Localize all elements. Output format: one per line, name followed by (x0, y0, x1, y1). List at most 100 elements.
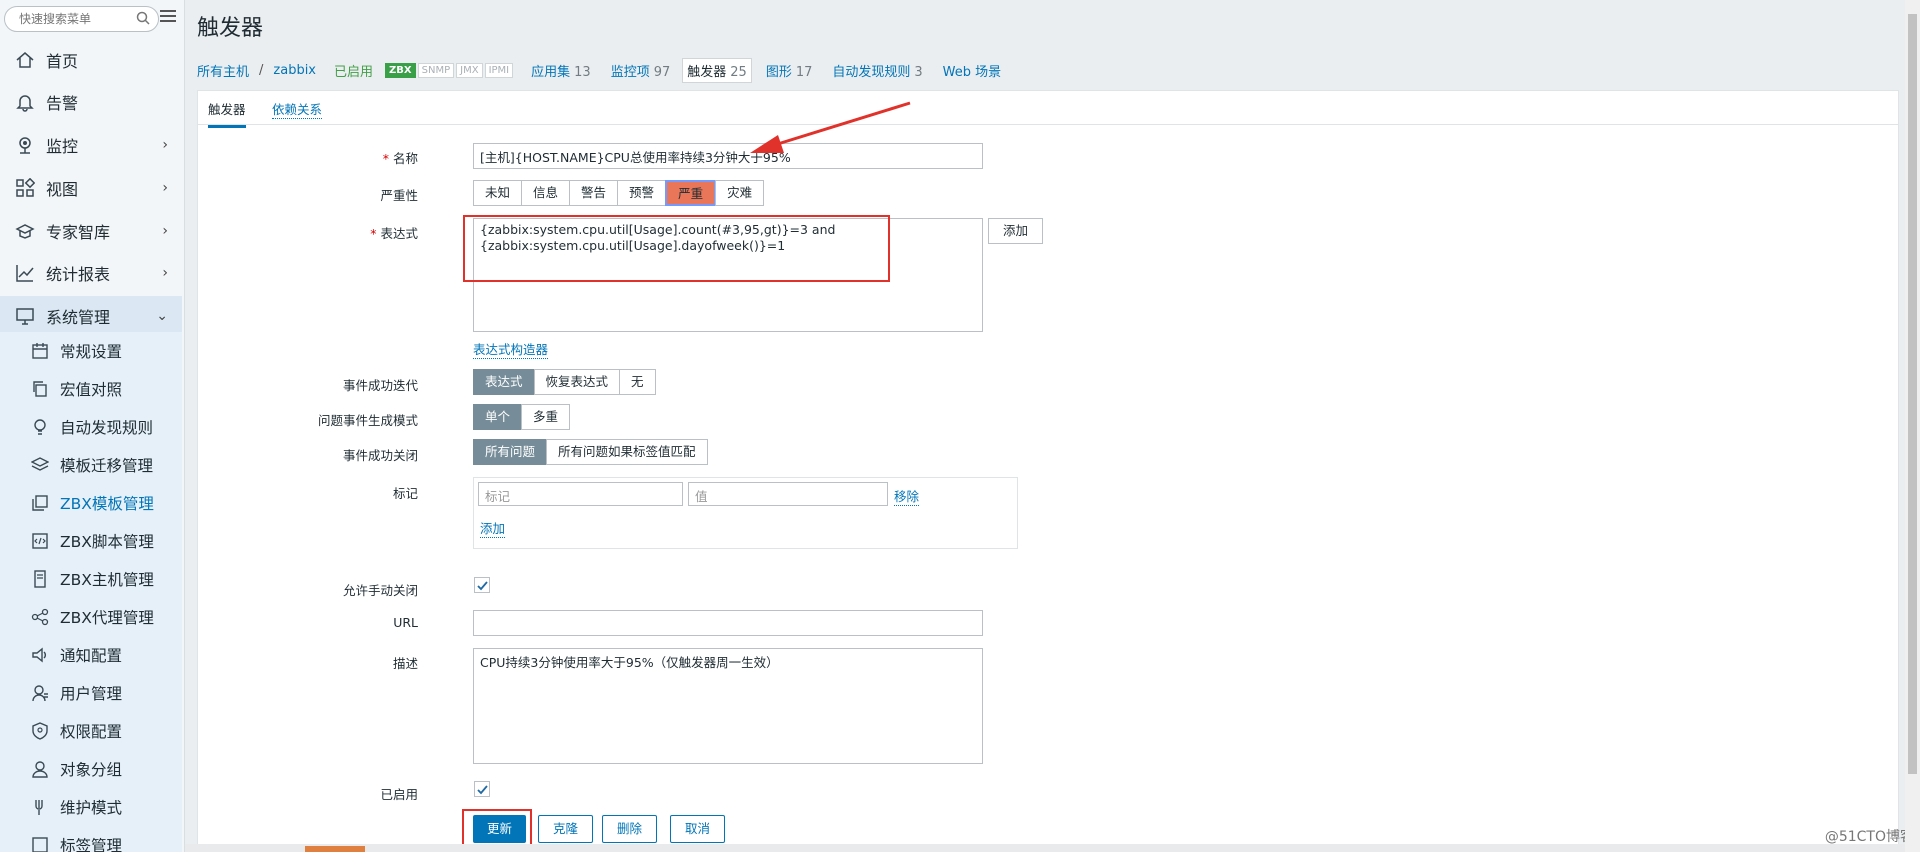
ok-event-recovery-expression[interactable]: 恢复表达式 (533, 369, 621, 395)
tab-discovery-rules[interactable]: 自动发现规则 3 (832, 61, 922, 80)
wrench-icon (30, 797, 50, 817)
sub-item-notifications[interactable]: 通知配置 (0, 636, 182, 674)
required-mark: * (382, 151, 389, 166)
expression-label-text: 表达式 (380, 226, 418, 241)
expression-add-button[interactable]: 添加 (988, 218, 1043, 244)
sub-item-macros[interactable]: 宏值对照 (0, 370, 182, 408)
sub-item-zbx-scripts[interactable]: ZBX脚本管理 (0, 522, 182, 560)
sub-item-object-groups[interactable]: 对象分组 (0, 750, 182, 788)
copy-icon (30, 379, 50, 399)
host-icon (30, 569, 50, 589)
severity-high[interactable]: 严重 (665, 180, 717, 206)
severity-average[interactable]: 预警 (617, 180, 667, 206)
tab-applications[interactable]: 应用集 13 (531, 61, 591, 80)
severity-not-classified[interactable]: 未知 (473, 180, 523, 206)
tag-value-input[interactable]: 值 (688, 482, 888, 506)
nav-item-knowledge[interactable]: 专家智库 › (0, 211, 182, 251)
shield-icon (30, 721, 50, 741)
ok-close-selector: 所有问题 所有问题如果标签值匹配 (473, 439, 708, 465)
script-icon (30, 531, 50, 551)
jmx-availability-badge: JMX (456, 62, 483, 78)
description-label: 描述 (392, 656, 418, 671)
group-icon (30, 759, 50, 779)
sub-item-zbx-proxies[interactable]: ZBX代理管理 (0, 598, 182, 636)
nav-item-system[interactable]: 系统管理 ⌄ (0, 296, 182, 336)
search-icon[interactable] (136, 11, 150, 25)
expression-label: * 表达式 (198, 223, 418, 242)
trigger-form-panel: 触发器 依赖关系 * 名称 [主机]{HOST.NAME}CPU总使用率持续3分钟… (197, 90, 1899, 852)
problem-mode-single[interactable]: 单个 (473, 404, 523, 430)
sub-item-label: 常规设置 (60, 343, 123, 361)
tag-add-link[interactable]: 添加 (480, 518, 506, 538)
breadcrumb-separator: / (259, 62, 264, 78)
calendar-icon (30, 341, 50, 361)
form-tab-dependencies[interactable]: 依赖关系 (272, 99, 323, 119)
ok-event-expression[interactable]: 表达式 (473, 369, 535, 395)
url-input[interactable] (473, 610, 983, 636)
sub-item-template-migration[interactable]: 模板迁移管理 (0, 446, 182, 484)
ok-close-tag-match[interactable]: 所有问题如果标签值匹配 (546, 439, 708, 465)
severity-disaster[interactable]: 灾难 (715, 180, 765, 206)
sidebar: 首页 告警 监控 › 视图 › 专家智库 › 统计报表 › 系统管理 ⌄ 常规设… (0, 0, 185, 852)
cancel-button[interactable]: 取消 (670, 815, 725, 843)
breadcrumb-all-hosts[interactable]: 所有主机 (197, 61, 249, 80)
monitor-icon (14, 134, 36, 156)
chevron-right-icon: › (162, 223, 168, 239)
enabled-checkbox[interactable] (474, 781, 490, 797)
problem-mode-multiple[interactable]: 多重 (521, 404, 571, 430)
name-label: * 名称 (198, 148, 418, 167)
required-mark: * (370, 226, 377, 241)
scrollbar-thumb[interactable] (1908, 14, 1917, 774)
footer-bar (185, 844, 1905, 852)
severity-warning[interactable]: 警告 (569, 180, 619, 206)
sub-item-users[interactable]: 用户管理 (0, 674, 182, 712)
chevron-right-icon: › (162, 180, 168, 196)
tag-remove-link[interactable]: 移除 (894, 486, 920, 506)
nav-item-alerts[interactable]: 告警 (0, 82, 182, 122)
nav-item-monitoring[interactable]: 监控 › (0, 125, 182, 165)
menu-search[interactable] (4, 6, 159, 32)
annotation-arrow (750, 101, 911, 153)
sub-item-maintenance[interactable]: 维护模式 (0, 788, 182, 826)
sub-item-label: 维护模式 (60, 799, 123, 817)
ok-event-none[interactable]: 无 (619, 369, 656, 395)
zbx-availability-badge: ZBX (385, 62, 416, 78)
tag-icon (30, 835, 50, 852)
desktop-icon (14, 305, 36, 327)
form-tabs: 触发器 依赖关系 (198, 91, 1898, 128)
sub-item-label: ZBX脚本管理 (60, 533, 154, 551)
sub-item-general[interactable]: 常规设置 (0, 332, 182, 370)
sub-item-tags[interactable]: 标签管理 (0, 826, 182, 852)
form-tab-trigger[interactable]: 触发器 (208, 99, 246, 128)
expression-builder-link[interactable]: 表达式构造器 (473, 339, 549, 359)
menu-toggle-icon[interactable] (160, 10, 176, 24)
sub-item-zbx-templates[interactable]: ZBX模板管理 (0, 484, 182, 522)
severity-information[interactable]: 信息 (521, 180, 571, 206)
sub-item-discovery[interactable]: 自动发现规则 (0, 408, 182, 446)
nav-item-views[interactable]: 视图 › (0, 168, 182, 208)
manual-close-checkbox[interactable] (474, 577, 490, 593)
description-textarea[interactable]: CPU持续3分钟使用率大于95%（仅触发器周一生效） (473, 648, 983, 764)
tab-items[interactable]: 监控项 97 (611, 61, 671, 80)
nav-item-label: 监控 (46, 137, 79, 156)
clone-button[interactable]: 克隆 (538, 815, 593, 843)
menu-search-input[interactable] (19, 7, 139, 31)
breadcrumb-host[interactable]: zabbix (273, 63, 316, 78)
tab-web-scenarios[interactable]: Web 场景 (943, 61, 1001, 80)
layers-icon (30, 455, 50, 475)
name-label-text: 名称 (392, 151, 418, 166)
tags-container: 标记 值 移除 添加 (473, 477, 1018, 549)
nav-item-home[interactable]: 首页 (0, 40, 182, 80)
page-scrollbar[interactable] (1905, 0, 1920, 852)
tag-name-input[interactable]: 标记 (478, 482, 683, 506)
tab-graphs[interactable]: 图形 17 (766, 61, 813, 80)
sub-item-zbx-hosts[interactable]: ZBX主机管理 (0, 560, 182, 598)
severity-selector: 未知 信息 警告 预警 严重 灾难 (473, 180, 765, 206)
sub-item-label: 用户管理 (60, 685, 123, 703)
tab-triggers[interactable]: 触发器 25 (682, 57, 752, 83)
sub-item-permissions[interactable]: 权限配置 (0, 712, 182, 750)
ok-close-all-problems[interactable]: 所有问题 (473, 439, 548, 465)
delete-button[interactable]: 删除 (602, 815, 657, 843)
nav-item-reports[interactable]: 统计报表 › (0, 253, 182, 293)
host-status-enabled[interactable]: 已启用 (334, 61, 373, 80)
